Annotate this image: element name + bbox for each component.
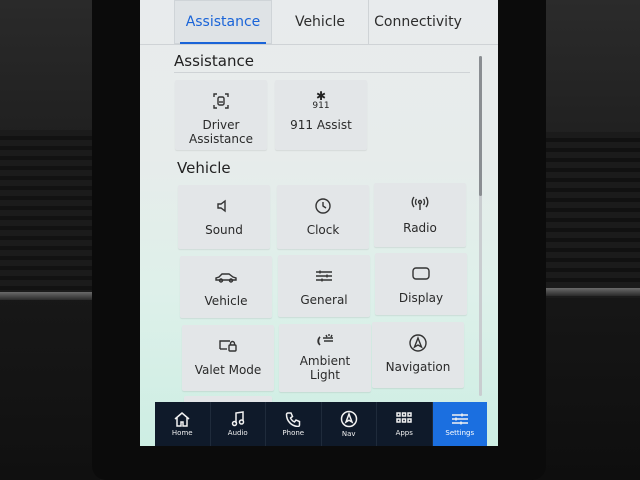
phone-icon (285, 412, 301, 427)
tile-label: Display (398, 291, 444, 305)
trim-right (536, 288, 640, 296)
tile-label: 911 Assist (290, 118, 352, 132)
air-vent-right (540, 132, 640, 298)
sliders-icon (314, 265, 334, 287)
tab-assistance[interactable]: Assistance (174, 0, 272, 44)
section-title-assistance: Assistance (174, 52, 254, 70)
tile-valet-mode[interactable]: Valet Mode (182, 325, 274, 391)
settings-screen: Assistance Vehicle Connectivity Assistan… (140, 0, 498, 446)
tile-label: Radio (403, 221, 437, 235)
nav-phone-button[interactable]: Phone (266, 402, 322, 446)
navigation-icon (408, 332, 428, 354)
tile-general[interactable]: General (278, 255, 370, 317)
nav-compass-icon (340, 410, 357, 428)
tile-label: Ambient Light (299, 354, 351, 382)
section-title-vehicle: Vehicle (177, 159, 231, 177)
tile-label: Driver Assistance (189, 118, 253, 146)
clock-icon (314, 195, 332, 217)
nav-home-button[interactable]: Home (155, 402, 211, 446)
settings-sliders-icon (451, 413, 468, 425)
music-note-icon (231, 411, 244, 427)
nav-nav-button[interactable]: Nav (322, 402, 377, 446)
driver-assistance-icon (211, 90, 231, 112)
nav-label: Settings (445, 429, 475, 437)
tab-bar: Assistance Vehicle Connectivity (140, 0, 498, 45)
tile-sound[interactable]: Sound (178, 185, 270, 249)
tile-label: Vehicle (204, 294, 248, 308)
tab-vehicle[interactable]: Vehicle (272, 0, 369, 44)
nav-label: Home (171, 429, 193, 437)
nav-label: Nav (341, 430, 356, 438)
nav-label: Audio (227, 429, 248, 437)
speaker-icon (215, 195, 233, 217)
valet-lock-icon (217, 335, 239, 357)
tab-connectivity[interactable]: Connectivity (369, 0, 467, 44)
tile-ambient-light[interactable]: Ambient Light (279, 324, 371, 392)
nav-label: Apps (395, 429, 413, 437)
tile-label: Navigation (385, 360, 451, 374)
radio-antenna-icon (410, 193, 430, 215)
911-assist-icon: ✱ 911 (312, 89, 330, 111)
tile-911-assist[interactable]: ✱ 911 911 Assist (275, 80, 367, 150)
car-icon (214, 266, 238, 288)
section-divider (174, 72, 470, 73)
nav-label: Phone (282, 429, 305, 437)
nav-settings-button[interactable]: Settings (432, 402, 487, 446)
tile-radio[interactable]: Radio (374, 183, 466, 247)
scroll-thumb[interactable] (479, 56, 482, 196)
tile-label: General (300, 293, 348, 307)
display-icon (411, 263, 431, 285)
tile-label: Valet Mode (194, 363, 262, 377)
tile-display[interactable]: Display (375, 253, 467, 315)
nav-audio-button[interactable]: Audio (211, 402, 266, 446)
ambient-light-icon (314, 330, 336, 352)
tile-clock[interactable]: Clock (277, 185, 369, 249)
bottom-nav-bar: Home Audio Phone Nav Apps Settings (155, 402, 487, 446)
nav-apps-button[interactable]: Apps (377, 402, 433, 446)
air-vent-left (0, 130, 98, 300)
trim-left (0, 292, 102, 300)
tile-navigation[interactable]: Navigation (372, 322, 464, 388)
apps-grid-icon (396, 412, 412, 423)
tile-vehicle[interactable]: Vehicle (180, 256, 272, 318)
tile-label: Sound (205, 223, 243, 237)
home-icon (174, 412, 190, 427)
tile-label: Clock (306, 223, 340, 237)
tile-driver-assistance[interactable]: Driver Assistance (175, 80, 267, 150)
